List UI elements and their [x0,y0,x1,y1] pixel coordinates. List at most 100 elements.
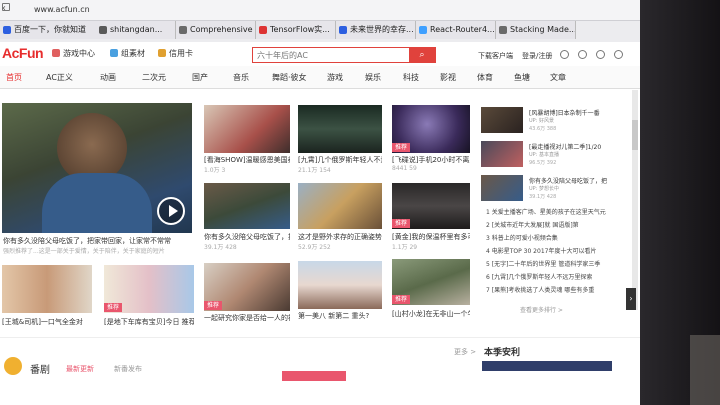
rank-thumb [481,141,523,167]
video-thumb-1[interactable] [204,105,290,153]
video-thumb-6[interactable]: 推荐 [392,183,470,229]
search-icon[interactable]: ⌕ [409,48,435,62]
cat-game[interactable]: 游戏 [327,72,343,83]
video-title-11[interactable]: [山村小龙]在无非山一个牛不 [392,309,470,319]
cat-article[interactable]: 文章 [550,72,566,83]
video-title-4[interactable]: 你有多久没陪父母吃饭了，把 [204,232,290,242]
news-item[interactable]: 6 [九霄]几个俄罗斯年轻人不远万里探索 [486,272,626,281]
cat-music[interactable]: 音乐 [233,72,249,83]
recommend-badge: 推荐 [204,301,223,310]
rank-stats: 96.5万 392 [529,160,557,166]
site-header: AcFun 游戏中心 组素材 信用卡 六十年后的AC ⌕ 下载客户端 登录/注册 [0,42,640,66]
rank-item-3[interactable]: 你有多久没陪父母吃饭了，把 UP: 梦想长中 39.1万 428 [481,175,631,201]
cat-domestic[interactable]: 国产 [192,72,208,83]
cat-acg[interactable]: 二次元 [142,72,166,83]
rank-title[interactable]: 你有多久没陪父母吃饭了，把 [529,176,629,185]
tab-comprehensive[interactable]: Comprehensive [176,21,256,39]
menu-icon[interactable] [614,50,623,59]
tab-shitangdan[interactable]: shitangdan... [96,21,176,39]
video-title-10[interactable]: 第一美八 新第二 重头? [298,311,382,321]
video-title-3[interactable]: [飞碟说]手机20小时不离身... [392,155,470,165]
video-meta-4: 39.1万 428 [204,244,237,251]
featured-caption[interactable]: 你有多久没陪父母吃饭了，把家带回家，让家常不常常 [3,236,191,246]
cat-ac[interactable]: AC正义 [46,72,73,83]
rank-item-2[interactable]: [最走播视对儿第二季]1/20 UP: 基本直播 96.5万 392 [481,141,631,167]
video-thumb-5[interactable] [298,183,382,229]
cat-film[interactable]: 影视 [440,72,456,83]
video-meta-3: 8441 59 [392,165,417,172]
assets-link[interactable]: 组素材 [110,48,145,59]
video-title-6[interactable]: [黄金]我的保温杯里有多可 [392,232,470,242]
thumb-image [204,183,290,229]
cat-tech[interactable]: 科技 [403,72,419,83]
rank-title[interactable]: [最走播视对儿第二季]1/20 [529,142,629,151]
news-item[interactable]: 4 电影星TOP 30 2017年度十大可以看片 [486,246,626,255]
rank-item-1[interactable]: [风暴胡博]日本杂制千一番 UP: 好风景 43.6万 388 [481,107,631,133]
video-thumb-11[interactable]: 推荐 [392,259,470,305]
assets-icon [110,49,118,57]
acfun-logo[interactable]: AcFun [2,45,44,61]
featured-video[interactable] [2,103,192,233]
doc-icon [419,26,427,34]
main-content: 你有多久没陪父母吃饭了，把家带回家，让家常不常常 强烈推荐了...这是一部关于爱… [0,89,640,405]
video-thumb-7[interactable] [2,265,92,313]
section-indicator [282,371,346,381]
tab-react-router[interactable]: React-Router4... [416,21,496,39]
cat-sports[interactable]: 体育 [477,72,493,83]
game-center-link[interactable]: 游戏中心 [52,48,95,59]
download-client-link[interactable]: 下载客户端 [478,51,513,61]
video-title-2[interactable]: [九霄]几个俄罗斯年轻人不远 [298,155,382,165]
tab-latest[interactable]: 最新更新 [66,364,94,374]
video-thumb-9[interactable]: 推荐 [204,263,290,311]
cat-anime[interactable]: 动画 [100,72,116,83]
video-title-1[interactable]: [看海SHOW]温暖感恩美国养 [204,155,290,165]
video-thumb-10[interactable] [298,261,382,309]
video-thumb-2[interactable] [298,105,382,153]
message-icon[interactable] [596,50,605,59]
rank-thumb [481,175,523,201]
url-text[interactable]: www.acfun.cn [22,3,204,16]
play-icon[interactable] [157,197,185,225]
more-ranking-link[interactable]: 查看更多排行 > [520,305,563,314]
video-title-9[interactable]: 一起研究你家是否给一人的符 [204,313,290,323]
video-title-5[interactable]: 这才是野外求存的正确姿势，看 [298,232,382,242]
video-meta-2: 21.1万 154 [298,167,331,174]
login-link[interactable]: 登录/注册 [522,51,552,61]
cat-fishpond[interactable]: 鱼塘 [514,72,530,83]
bangumi-icon [4,357,22,375]
divider [0,337,640,338]
k-icon [179,26,187,34]
github-icon [99,26,107,34]
background-object [690,335,720,405]
upload-icon[interactable] [578,50,587,59]
tab-tensorflow[interactable]: TensorFlow实... [256,21,336,39]
video-title-8[interactable]: [是地下车库有宝贝]今日 推荐 [104,317,194,327]
news-item[interactable]: 5 [无字]二十年后的世界里 管道科学家三季 [486,259,626,268]
news-item[interactable]: 3 科普上的可爱小视频合集 [486,233,626,242]
news-item[interactable]: 2 [关城市近年大发展]就 国语版]第 [486,220,626,229]
more-link[interactable]: 更多 > [454,347,476,357]
baidu-paw-icon [339,26,347,34]
cat-ent[interactable]: 娱乐 [365,72,381,83]
search-box[interactable]: 六十年后的AC ⌕ [252,47,436,63]
tab-new-release[interactable]: 新番发布 [114,364,142,374]
video-thumb-8[interactable]: 推荐 [104,265,194,313]
video-thumb-4[interactable] [204,183,290,229]
video-thumb-3[interactable]: 推荐 [392,105,470,153]
season-banner[interactable] [482,361,612,371]
news-item[interactable]: 1 关爱主播客广场、星美的孩子在这里天气元 [486,207,626,216]
video-title-7[interactable]: [王城&司机]一口气全金对 [2,317,92,327]
scrollbar-thumb[interactable] [632,120,638,150]
carousel-next-button[interactable]: › [626,288,636,310]
credit-card-link[interactable]: 信用卡 [158,48,193,59]
thumb-image [298,261,382,309]
search-input[interactable]: 六十年后的AC [257,50,308,61]
news-item[interactable]: 7 [果熊]考收挑选了人类灵魂 哪些有多重 [486,285,626,294]
cat-dance[interactable]: 舞蹈·彼女 [272,72,307,83]
history-icon[interactable] [560,50,569,59]
tab-future-world[interactable]: 未来世界的幸存... [336,21,416,39]
rank-title[interactable]: [风暴胡博]日本杂制千一番 [529,108,629,117]
address-bar[interactable]: ‹ www.acfun.cn [0,0,640,21]
tab-stacking[interactable]: Stacking Made... [496,21,576,39]
cat-home[interactable]: 首页 [6,72,22,83]
